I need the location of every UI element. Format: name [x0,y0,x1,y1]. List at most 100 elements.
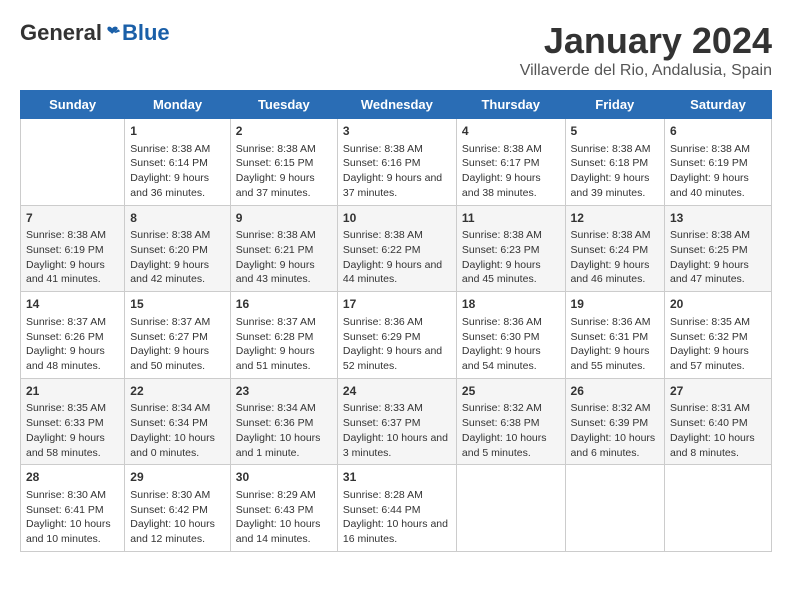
day-info: Sunrise: 8:28 AMSunset: 6:44 PMDaylight:… [343,488,451,547]
day-header-thursday: Thursday [456,91,565,119]
day-info: Sunrise: 8:30 AMSunset: 6:42 PMDaylight:… [130,488,225,547]
day-info: Sunrise: 8:35 AMSunset: 6:33 PMDaylight:… [26,401,119,460]
day-header-sunday: Sunday [21,91,125,119]
day-info: Sunrise: 8:38 AMSunset: 6:20 PMDaylight:… [130,228,225,287]
calendar-cell: 22Sunrise: 8:34 AMSunset: 6:34 PMDayligh… [125,378,231,465]
calendar-cell: 10Sunrise: 8:38 AMSunset: 6:22 PMDayligh… [337,205,456,292]
calendar-cell: 13Sunrise: 8:38 AMSunset: 6:25 PMDayligh… [665,205,772,292]
day-info: Sunrise: 8:38 AMSunset: 6:23 PMDaylight:… [462,228,560,287]
header: General Blue January 2024 Villaverde del… [20,20,772,80]
calendar-table: SundayMondayTuesdayWednesdayThursdayFrid… [20,90,772,552]
day-number: 21 [26,383,119,400]
day-number: 31 [343,469,451,486]
day-info: Sunrise: 8:38 AMSunset: 6:16 PMDaylight:… [343,142,451,201]
calendar-cell: 6 Sunrise: 8:38 AMSunset: 6:19 PMDaylight… [665,119,772,206]
calendar-cell: 27Sunrise: 8:31 AMSunset: 6:40 PMDayligh… [665,378,772,465]
calendar-cell: 21Sunrise: 8:35 AMSunset: 6:33 PMDayligh… [21,378,125,465]
day-info: Sunrise: 8:36 AMSunset: 6:30 PMDaylight:… [462,315,560,374]
day-number: 19 [571,296,659,313]
day-info: Sunrise: 8:38 AMSunset: 6:14 PMDaylight:… [130,142,225,201]
title-section: January 2024 Villaverde del Rio, Andalus… [520,20,772,80]
day-info: Sunrise: 8:38 AMSunset: 6:21 PMDaylight:… [236,228,332,287]
day-info: Sunrise: 8:38 AMSunset: 6:15 PMDaylight:… [236,142,332,201]
day-number: 22 [130,383,225,400]
day-number: 3 [343,123,451,140]
subtitle: Villaverde del Rio, Andalusia, Spain [520,62,772,80]
logo-bird-icon [104,24,122,42]
calendar-cell: 8Sunrise: 8:38 AMSunset: 6:20 PMDaylight… [125,205,231,292]
day-info: Sunrise: 8:38 AMSunset: 6:17 PMDaylight:… [462,142,560,201]
day-number: 6 [670,123,766,140]
day-info: Sunrise: 8:34 AMSunset: 6:34 PMDaylight:… [130,401,225,460]
day-info: Sunrise: 8:30 AMSunset: 6:41 PMDaylight:… [26,488,119,547]
calendar-cell: 1Sunrise: 8:38 AMSunset: 6:14 PMDaylight… [125,119,231,206]
day-number: 5 [571,123,659,140]
day-info: Sunrise: 8:32 AMSunset: 6:38 PMDaylight:… [462,401,560,460]
day-info: Sunrise: 8:35 AMSunset: 6:32 PMDaylight:… [670,315,766,374]
calendar-cell: 3 Sunrise: 8:38 AMSunset: 6:16 PMDaylight… [337,119,456,206]
day-info: Sunrise: 8:37 AMSunset: 6:26 PMDaylight:… [26,315,119,374]
day-info: Sunrise: 8:31 AMSunset: 6:40 PMDaylight:… [670,401,766,460]
calendar-cell: 7Sunrise: 8:38 AMSunset: 6:19 PMDaylight… [21,205,125,292]
calendar-cell [21,119,125,206]
calendar-cell: 23Sunrise: 8:34 AMSunset: 6:36 PMDayligh… [230,378,337,465]
day-info: Sunrise: 8:38 AMSunset: 6:24 PMDaylight:… [571,228,659,287]
calendar-cell: 28 Sunrise: 8:30 AMSunset: 6:41 PMDayligh… [21,465,125,552]
day-header-saturday: Saturday [665,91,772,119]
day-header-wednesday: Wednesday [337,91,456,119]
day-info: Sunrise: 8:33 AMSunset: 6:37 PMDaylight:… [343,401,451,460]
day-number: 13 [670,210,766,227]
day-number: 23 [236,383,332,400]
day-number: 2 [236,123,332,140]
day-number: 4 [462,123,560,140]
calendar-cell: 17 Sunrise: 8:36 AMSunset: 6:29 PMDayligh… [337,292,456,379]
calendar-cell: 4 Sunrise: 8:38 AMSunset: 6:17 PMDaylight… [456,119,565,206]
day-info: Sunrise: 8:38 AMSunset: 6:19 PMDaylight:… [670,142,766,201]
day-info: Sunrise: 8:38 AMSunset: 6:19 PMDaylight:… [26,228,119,287]
day-info: Sunrise: 8:37 AMSunset: 6:28 PMDaylight:… [236,315,332,374]
main-title: January 2024 [520,20,772,62]
calendar-cell [665,465,772,552]
day-number: 8 [130,210,225,227]
calendar-cell [456,465,565,552]
calendar-cell: 12Sunrise: 8:38 AMSunset: 6:24 PMDayligh… [565,205,664,292]
calendar-cell: 19 Sunrise: 8:36 AMSunset: 6:31 PMDayligh… [565,292,664,379]
calendar-cell: 20Sunrise: 8:35 AMSunset: 6:32 PMDayligh… [665,292,772,379]
day-number: 7 [26,210,119,227]
calendar-cell: 9Sunrise: 8:38 AMSunset: 6:21 PMDaylight… [230,205,337,292]
calendar-cell: 25Sunrise: 8:32 AMSunset: 6:38 PMDayligh… [456,378,565,465]
day-info: Sunrise: 8:36 AMSunset: 6:29 PMDaylight:… [343,315,451,374]
day-info: Sunrise: 8:38 AMSunset: 6:25 PMDaylight:… [670,228,766,287]
day-number: 30 [236,469,332,486]
day-number: 9 [236,210,332,227]
calendar-cell: 26Sunrise: 8:32 AMSunset: 6:39 PMDayligh… [565,378,664,465]
logo-general-text: General [20,20,102,46]
day-info: Sunrise: 8:37 AMSunset: 6:27 PMDaylight:… [130,315,225,374]
day-info: Sunrise: 8:34 AMSunset: 6:36 PMDaylight:… [236,401,332,460]
day-number: 26 [571,383,659,400]
day-info: Sunrise: 8:36 AMSunset: 6:31 PMDaylight:… [571,315,659,374]
day-number: 18 [462,296,560,313]
calendar-cell: 24Sunrise: 8:33 AMSunset: 6:37 PMDayligh… [337,378,456,465]
logo: General Blue [20,20,170,46]
day-number: 17 [343,296,451,313]
day-number: 24 [343,383,451,400]
calendar-cell: 29Sunrise: 8:30 AMSunset: 6:42 PMDayligh… [125,465,231,552]
day-number: 14 [26,296,119,313]
calendar-cell: 16Sunrise: 8:37 AMSunset: 6:28 PMDayligh… [230,292,337,379]
day-info: Sunrise: 8:29 AMSunset: 6:43 PMDaylight:… [236,488,332,547]
day-number: 12 [571,210,659,227]
calendar-cell: 2 Sunrise: 8:38 AMSunset: 6:15 PMDaylight… [230,119,337,206]
logo-blue-text: Blue [122,20,170,46]
day-number: 15 [130,296,225,313]
calendar-cell: 31 Sunrise: 8:28 AMSunset: 6:44 PMDayligh… [337,465,456,552]
day-number: 27 [670,383,766,400]
calendar-cell: 15 Sunrise: 8:37 AMSunset: 6:27 PMDayligh… [125,292,231,379]
day-header-monday: Monday [125,91,231,119]
day-info: Sunrise: 8:38 AMSunset: 6:18 PMDaylight:… [571,142,659,201]
calendar-cell: 5 Sunrise: 8:38 AMSunset: 6:18 PMDaylight… [565,119,664,206]
day-number: 28 [26,469,119,486]
day-header-friday: Friday [565,91,664,119]
day-info: Sunrise: 8:32 AMSunset: 6:39 PMDaylight:… [571,401,659,460]
calendar-cell: 14 Sunrise: 8:37 AMSunset: 6:26 PMDayligh… [21,292,125,379]
